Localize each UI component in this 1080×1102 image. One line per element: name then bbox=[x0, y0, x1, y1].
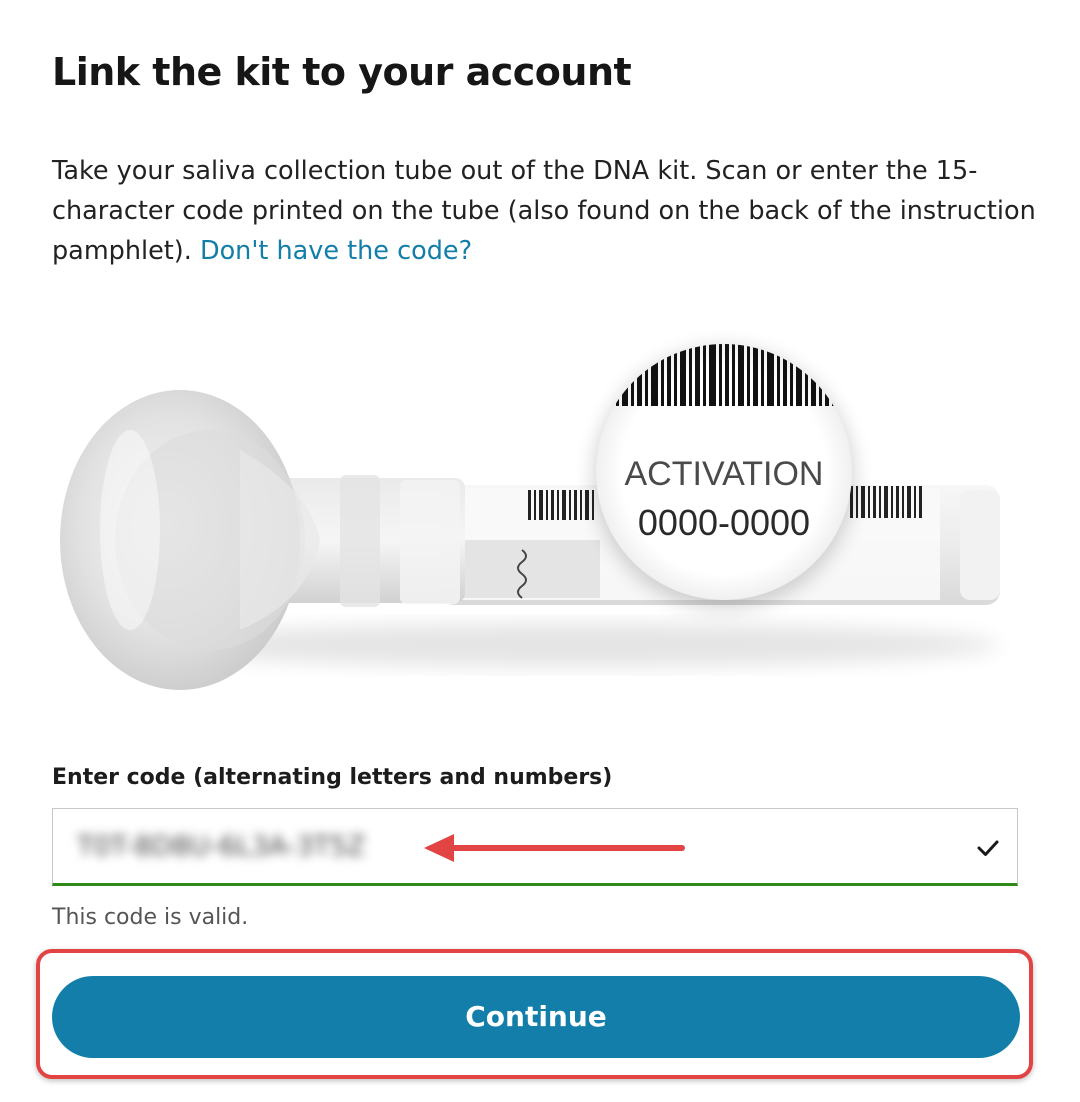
annotation-arrow-icon bbox=[424, 834, 685, 862]
check-icon bbox=[977, 840, 999, 856]
page-title: Link the kit to your account bbox=[52, 50, 632, 94]
activation-label: ACTIVATION bbox=[625, 455, 824, 493]
continue-button[interactable]: Continue bbox=[52, 976, 1020, 1058]
code-input-value[interactable]: T0T-8D8U-6L3A-3T5Z bbox=[77, 831, 365, 862]
instructions-text: Take your saliva collection tube out of … bbox=[52, 151, 1037, 271]
activation-code: 0000-0000 bbox=[638, 502, 810, 543]
code-field-label: Enter code (alternating letters and numb… bbox=[52, 765, 613, 790]
validation-message: This code is valid. bbox=[52, 905, 249, 930]
missing-code-link[interactable]: Don't have the code? bbox=[200, 236, 472, 266]
tube-image: ACTIVATION 0000-0000 bbox=[60, 344, 1000, 690]
saliva-tube-illustration: ACTIVATION 0000-0000 bbox=[60, 300, 1020, 720]
